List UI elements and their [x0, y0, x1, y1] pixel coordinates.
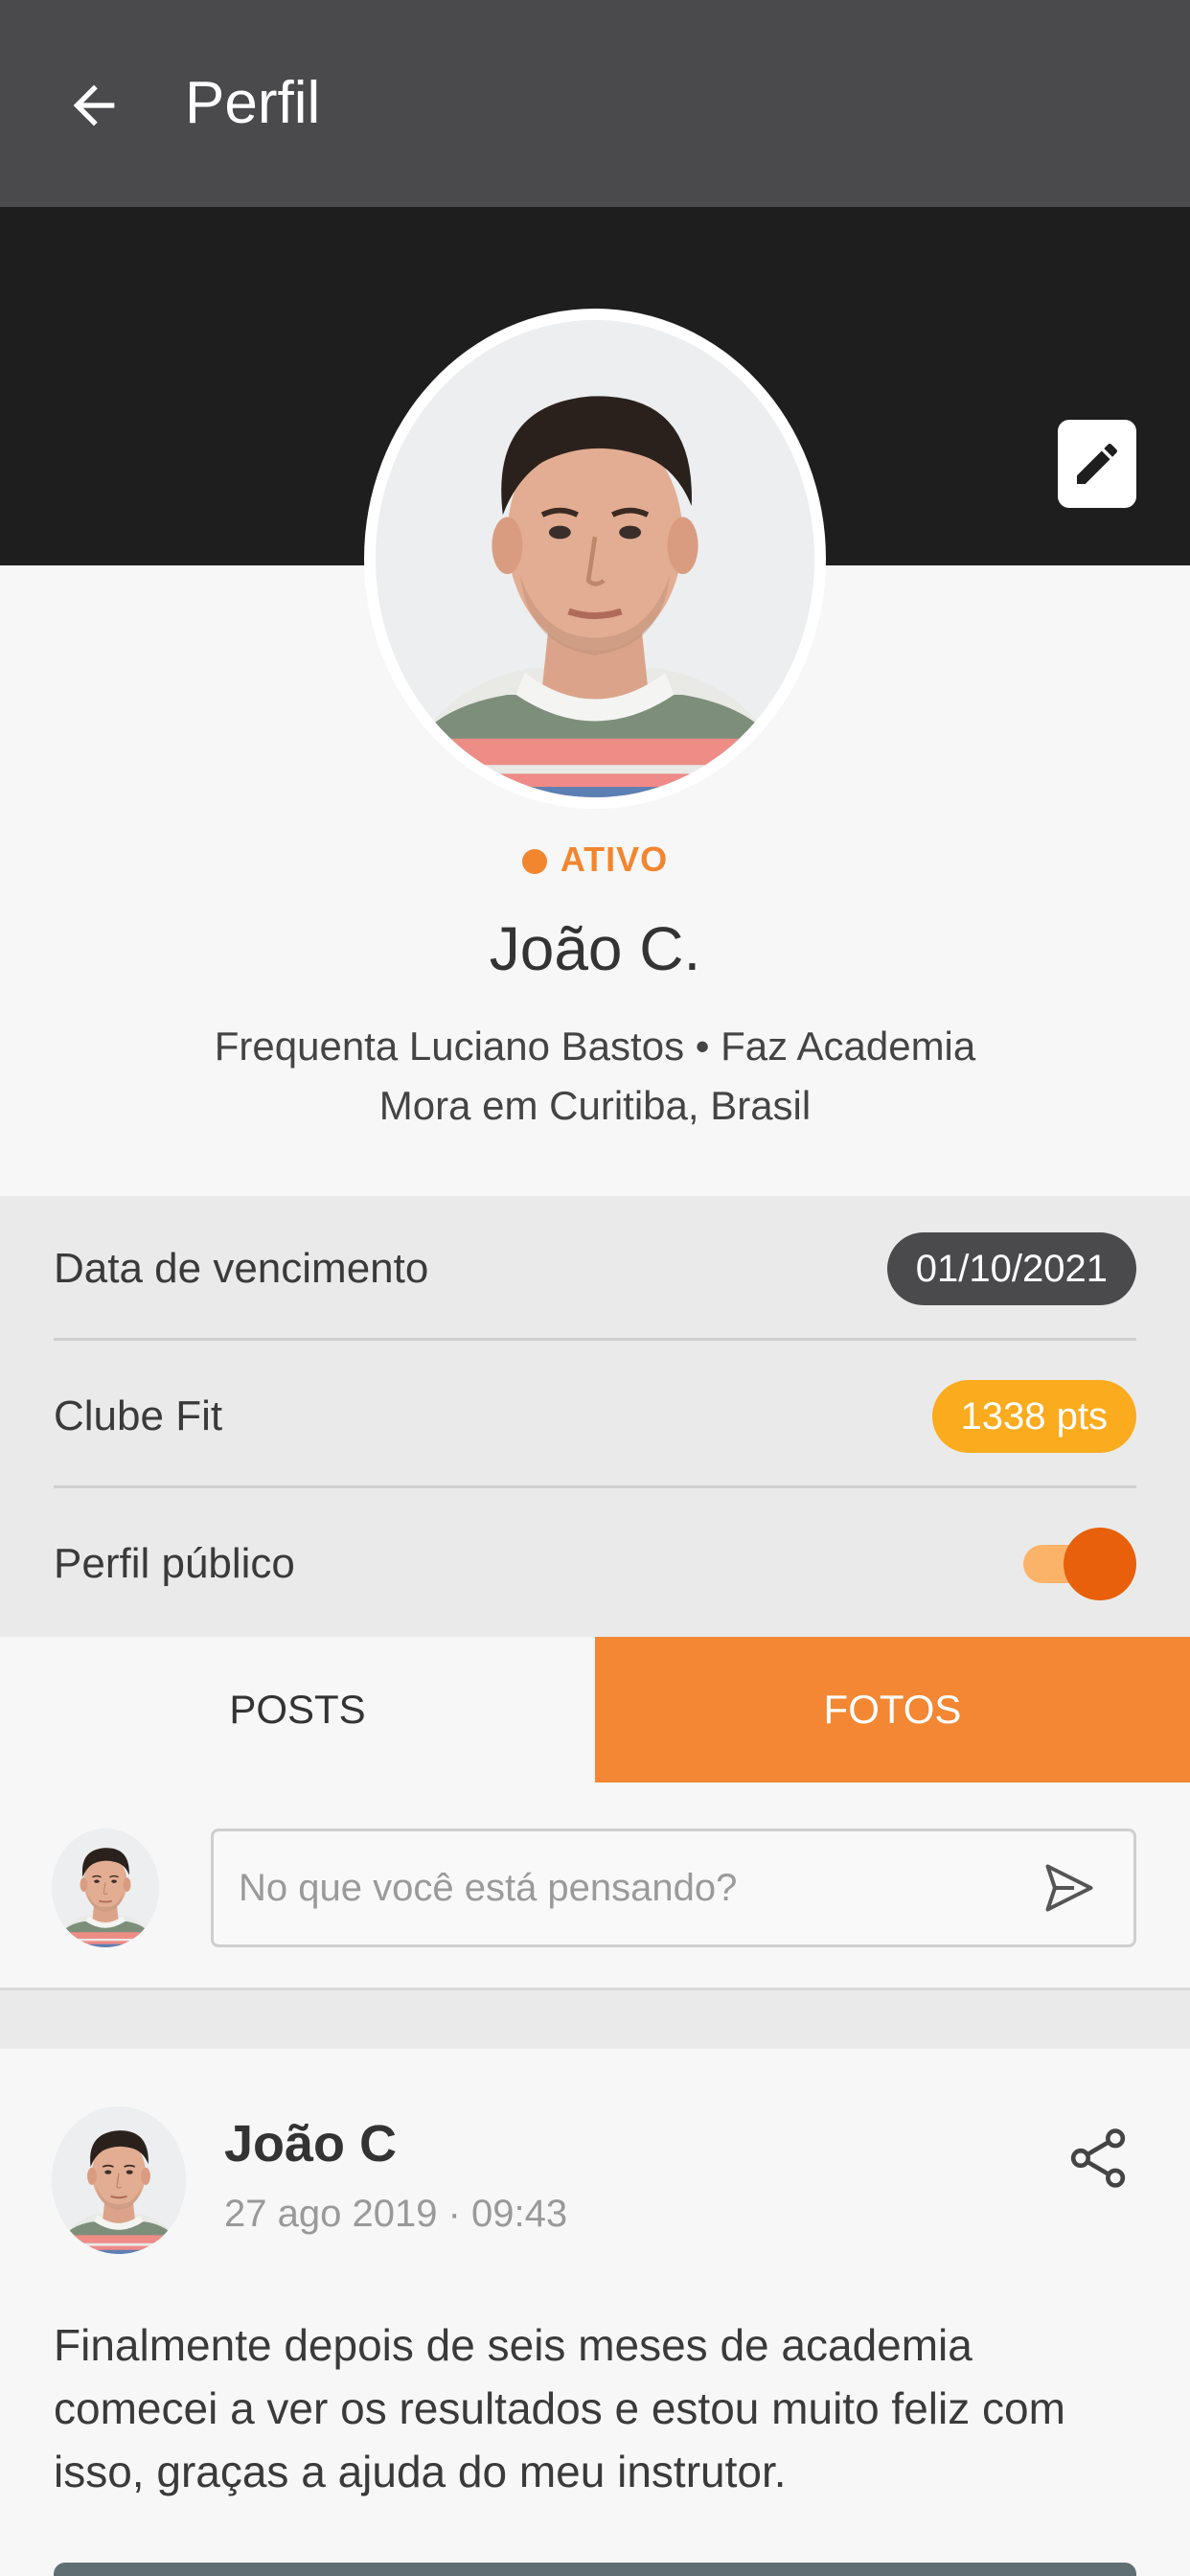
expiry-row: Data de vencimento 01/10/2021 — [54, 1196, 1136, 1342]
post-composer — [0, 1782, 1190, 1988]
status-dot-icon — [521, 849, 547, 874]
divider — [54, 1485, 1136, 1488]
divider — [54, 1338, 1136, 1341]
pencil-icon — [1077, 443, 1118, 484]
post-input[interactable] — [239, 1866, 1038, 1910]
tab-posts[interactable]: POSTS — [0, 1637, 595, 1782]
section-separator — [0, 1988, 1190, 2049]
composer-input-box — [211, 1828, 1136, 1947]
status-text: ATIVO — [560, 840, 669, 879]
expiry-label: Data de vencimento — [54, 1245, 429, 1292]
profile-info-section: Data de vencimento 01/10/2021 Clube Fit … — [0, 1196, 1190, 1637]
page-title: Perfil — [185, 70, 321, 136]
post-card: João C 27 ago 2019 · 09:43 Finalmente de… — [0, 2049, 1190, 2576]
public-profile-label: Perfil público — [54, 1540, 295, 1587]
profile-location-line: Mora em Curitiba, Brasil — [378, 1083, 812, 1128]
public-profile-row: Perfil público — [54, 1491, 1136, 1637]
back-button[interactable] — [56, 67, 132, 144]
public-profile-toggle[interactable] — [1023, 1528, 1136, 1600]
post-author-avatar[interactable] — [52, 2106, 186, 2254]
post-image[interactable] — [54, 2563, 1136, 2576]
send-button[interactable] — [1038, 1856, 1101, 1920]
share-button[interactable] — [1065, 2122, 1131, 2195]
expiry-date-badge: 01/10/2021 — [886, 1232, 1136, 1305]
club-row[interactable]: Clube Fit 1338 pts — [54, 1344, 1136, 1489]
profile-tabs: POSTS FOTOS — [0, 1637, 1190, 1782]
post-body-text: Finalmente depois de seis meses de acade… — [54, 2320, 1065, 2496]
toggle-knob — [1064, 1528, 1136, 1600]
composer-avatar — [52, 1828, 159, 1947]
club-label: Clube Fit — [54, 1392, 223, 1439]
post-author-name[interactable]: João C — [224, 2114, 397, 2174]
profile-gym-line: Frequenta Luciano Bastos • Faz Academia — [214, 1024, 976, 1069]
arrow-left-icon — [73, 84, 115, 126]
profile-name: João C. — [489, 914, 701, 983]
share-icon — [1070, 2128, 1126, 2188]
send-icon — [1045, 1864, 1093, 1912]
edit-profile-button[interactable] — [1058, 420, 1136, 508]
tab-fotos[interactable]: FOTOS — [595, 1637, 1190, 1782]
post-timestamp: 27 ago 2019 · 09:43 — [224, 2193, 568, 2235]
status-badge: ATIVO — [0, 840, 1190, 880]
app-bar: Perfil — [0, 0, 1190, 207]
points-badge: 1338 pts — [931, 1380, 1136, 1453]
profile-avatar[interactable] — [364, 309, 826, 809]
